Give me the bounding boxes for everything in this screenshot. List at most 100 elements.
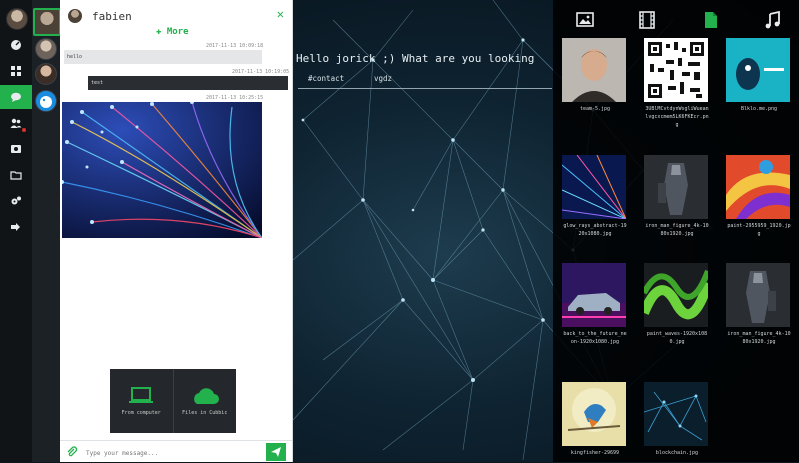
- message-composer: [60, 440, 292, 463]
- film-icon[interactable]: [637, 10, 657, 30]
- search-tag[interactable]: #contact: [308, 74, 344, 83]
- kingfisher-thumbnail: [562, 382, 626, 446]
- logout-nav-item[interactable]: [0, 215, 32, 239]
- contact-avatar[interactable]: [35, 63, 57, 85]
- cloud-icon: [193, 388, 219, 404]
- upload-options: From computer Files in Cubbic: [110, 369, 236, 433]
- file-name: 3UBlMCvtdynWsgliWueanlvgcxcmem5LK6FKEcr.…: [645, 106, 709, 128]
- neon-car-thumbnail: [562, 263, 626, 327]
- media-file-tile[interactable]: glow_rays_abstract-1920x1080.jpg: [562, 155, 628, 238]
- message-timestamp: 2017-11-13 10:09:18: [206, 43, 264, 49]
- message-timestamp: 2017-11-13 10:19:05: [232, 69, 290, 75]
- file-thumbnail: [562, 263, 626, 327]
- notification-dot: [22, 128, 26, 132]
- folders-nav-item[interactable]: [0, 163, 32, 187]
- paint-thumbnail: [726, 155, 790, 219]
- media-file-tile[interactable]: iron_man_figure_4k-1080x1920.jpg: [644, 155, 710, 238]
- load-more-button[interactable]: ✚ More: [156, 27, 189, 37]
- file-name: iron_man_figure_4k-1080x1920.jpg: [645, 223, 709, 237]
- mascot-thumbnail: [726, 38, 790, 102]
- greeting-text: Hello jorick ;) What are you looking: [296, 52, 535, 65]
- file-thumbnail: [562, 155, 626, 219]
- portrait-thumbnail: [562, 38, 626, 102]
- chat-contact-name: fabien: [92, 9, 132, 23]
- search-tag[interactable]: vgdz: [374, 74, 392, 83]
- media-file-tile[interactable]: 3UBlMCvtdynWsgliWueanlvgcxcmem5LK6FKEcr.…: [644, 38, 710, 129]
- file-name: kingfisher-29699: [570, 450, 620, 456]
- users-icon: [10, 118, 22, 128]
- contact-avatar-fabien[interactable]: [33, 8, 61, 36]
- file-name: paint-2955959_1920.jpg: [727, 223, 791, 237]
- media-file-tile[interactable]: iron_man_figure_4k-1080x1920.jpg: [726, 263, 792, 346]
- media-file-tile[interactable]: kingfisher-29699: [562, 382, 628, 457]
- folder-icon: [10, 171, 22, 180]
- message-input[interactable]: [84, 445, 262, 461]
- image-icon[interactable]: [575, 10, 595, 30]
- qr-code-thumbnail: [644, 38, 708, 102]
- file-thumbnail: [644, 382, 708, 446]
- file-thumbnail: [562, 382, 626, 446]
- file-name: back_to_the_future_neon-1920x1080.jpg: [563, 331, 627, 345]
- file-name: blockchain.jpg: [655, 450, 699, 456]
- search-underline: [298, 88, 552, 89]
- dashboard-nav-item[interactable]: [0, 33, 32, 57]
- media-file-tile[interactable]: blockchain.jpg: [644, 382, 710, 457]
- chat-panel: fabien ✕ ✚ More 2017-11-13 10:09:18 hell…: [60, 0, 293, 462]
- gears-icon: [11, 196, 21, 205]
- user-avatar[interactable]: [6, 8, 28, 30]
- contacts-nav-item[interactable]: [0, 111, 32, 135]
- file-name: glow_rays_abstract-1920x1080.jpg: [563, 223, 627, 237]
- main-navigation: [0, 0, 32, 462]
- logout-icon: [11, 223, 20, 231]
- iron-man-thumbnail: [726, 263, 790, 327]
- music-icon[interactable]: [763, 10, 783, 30]
- picture-icon: [11, 145, 21, 153]
- apps-nav-item[interactable]: [0, 59, 32, 83]
- image-message[interactable]: [62, 102, 262, 238]
- blockchain-thumbnail: [644, 382, 708, 446]
- file-name: Blklo.me.png: [740, 106, 778, 112]
- file-thumbnail: [726, 263, 790, 327]
- upload-from-computer-button[interactable]: From computer: [110, 369, 174, 433]
- incoming-message: hello: [64, 50, 262, 64]
- file-name: team-5.jpg: [579, 106, 611, 112]
- media-nav-item[interactable]: [0, 137, 32, 161]
- contact-avatar[interactable]: [35, 38, 57, 60]
- file-name: iron_man_figure_4k-1080x1920.jpg: [727, 331, 791, 345]
- media-tabs: [553, 10, 799, 32]
- load-more-label: More: [166, 27, 189, 37]
- media-file-tile[interactable]: paint-2955959_1920.jpg: [726, 155, 792, 238]
- grid-icon: [11, 66, 21, 76]
- file-thumbnail: [644, 263, 708, 327]
- media-file-tile[interactable]: back_to_the_future_neon-1920x1080.jpg: [562, 263, 628, 346]
- settings-nav-item[interactable]: [0, 189, 32, 213]
- file-thumbnail: [644, 38, 708, 102]
- paperclip-icon[interactable]: [66, 446, 78, 458]
- media-file-tile[interactable]: Blklo.me.png: [726, 38, 792, 113]
- file-name: paint_waves-1920x1080.jpg: [646, 331, 708, 345]
- document-icon[interactable]: [701, 10, 721, 30]
- glow-rays-thumbnail: [562, 155, 626, 219]
- send-icon: [271, 447, 281, 457]
- chat-contact-avatar: [68, 9, 82, 23]
- paint-waves-thumbnail: [644, 263, 708, 327]
- upload-from-cubbic-label: Files in Cubbic: [182, 410, 228, 416]
- close-chat-button[interactable]: ✕: [277, 7, 284, 21]
- chat-header: fabien ✕: [60, 6, 292, 26]
- chat-bubble-icon: [11, 92, 21, 102]
- contact-avatar[interactable]: [35, 90, 57, 112]
- file-thumbnail: [644, 155, 708, 219]
- upload-from-cubbic-button[interactable]: Files in Cubbic: [174, 369, 237, 433]
- file-thumbnail: [726, 38, 790, 102]
- fiber-optic-image: [62, 102, 262, 238]
- file-thumbnail: [562, 38, 626, 102]
- media-file-tile[interactable]: team-5.jpg: [562, 38, 628, 113]
- send-button[interactable]: [266, 443, 286, 461]
- iron-man-thumbnail: [644, 155, 708, 219]
- dashboard-icon: [11, 40, 21, 50]
- media-file-tile[interactable]: paint_waves-1920x1080.jpg: [644, 263, 710, 346]
- contacts-column: [32, 0, 61, 462]
- message-timestamp: 2017-11-13 10:25:15: [206, 95, 264, 101]
- outgoing-message: test: [88, 76, 288, 90]
- chat-nav-item[interactable]: [0, 85, 32, 109]
